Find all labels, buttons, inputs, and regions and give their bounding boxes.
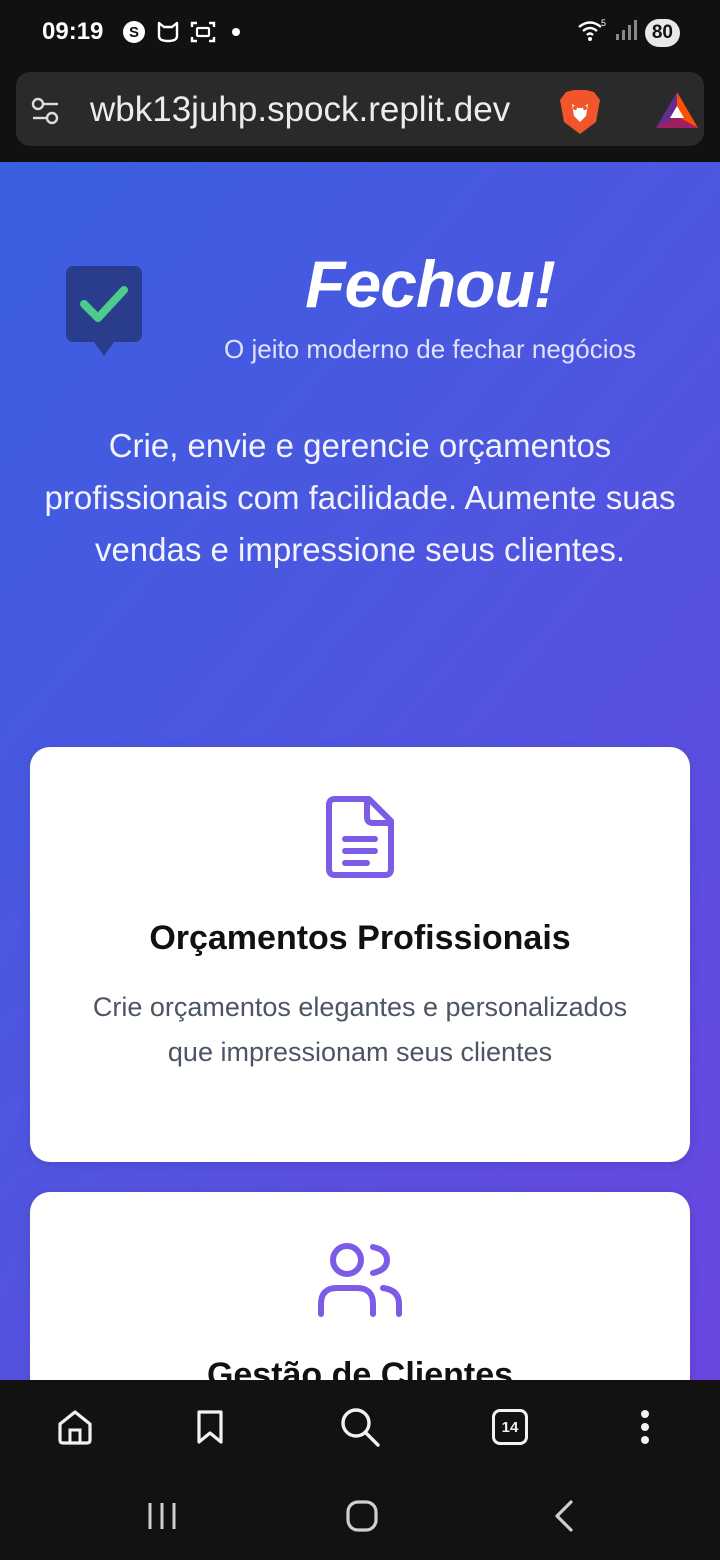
status-notification-icons: S — [122, 20, 240, 44]
users-icon — [30, 1242, 690, 1318]
browser-bottom-bar: 14 — [0, 1380, 720, 1474]
web-page: Fechou! O jeito moderno de fechar negóci… — [0, 162, 720, 1380]
feature-card: Orçamentos Profissionais Crie orçamentos… — [30, 747, 690, 1162]
dot-icon — [232, 28, 240, 36]
bat-rewards-icon[interactable] — [654, 90, 700, 135]
feature-title: Orçamentos Profissionais — [149, 919, 571, 957]
system-home-icon[interactable] — [342, 1496, 382, 1536]
brave-shields-icon[interactable] — [558, 88, 602, 141]
site-settings-icon[interactable] — [30, 96, 62, 131]
bookmark-icon[interactable] — [187, 1404, 233, 1450]
wifi-icon: 5 — [577, 18, 607, 47]
browser-toolbar: wbk13juhp.spock.replit.dev — [0, 68, 720, 162]
recents-icon[interactable] — [142, 1496, 182, 1536]
status-right-icons: 5 80 — [577, 18, 680, 47]
feature-title: Gestão de Clientes — [206, 1356, 514, 1380]
hero-description: Crie, envie e gerencie orçamentos profis… — [44, 427, 676, 568]
svg-text:S: S — [129, 24, 139, 41]
brand-tagline: O jeito moderno de fechar negócios — [224, 334, 636, 364]
feature-card: Gestão de Clientes — [30, 1192, 690, 1380]
status-time: 09:19 — [42, 18, 104, 45]
more-icon[interactable] — [622, 1404, 668, 1450]
cat-icon — [156, 20, 180, 44]
url-text[interactable]: wbk13juhp.spock.replit.dev — [90, 90, 552, 130]
tabs-icon[interactable]: 14 — [487, 1404, 533, 1450]
system-navigation-bar — [0, 1474, 720, 1560]
search-icon[interactable] — [337, 1404, 383, 1450]
back-icon[interactable] — [544, 1496, 584, 1536]
brand-title: Fechou! — [305, 247, 556, 321]
document-icon — [30, 795, 690, 879]
home-icon[interactable] — [52, 1404, 98, 1450]
feature-description: Crie orçamentos elegantes e personalizad… — [92, 992, 628, 1067]
scan-icon — [190, 20, 216, 44]
tab-count: 14 — [492, 1409, 528, 1445]
url-bar[interactable]: wbk13juhp.spock.replit.dev — [16, 72, 704, 146]
s-circle-icon: S — [122, 20, 146, 44]
svg-text:5: 5 — [601, 18, 606, 28]
status-bar: 09:19 S 5 80 — [0, 0, 720, 68]
battery-indicator: 80 — [644, 18, 680, 47]
signal-icon — [615, 19, 637, 46]
check-badge-icon — [66, 266, 142, 363]
